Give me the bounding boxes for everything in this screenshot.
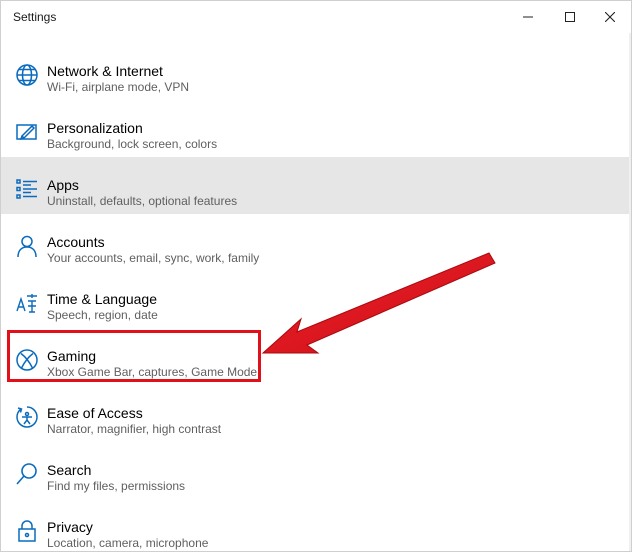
paint-brush-icon (13, 118, 41, 146)
category-description: Find my files, permissions (47, 479, 186, 493)
category-label: Time & Language (47, 291, 157, 307)
settings-category-list: Network & Internet Wi-Fi, airplane mode,… (1, 33, 631, 551)
settings-window: Settings Network & Internet Wi-Fi, airpl… (0, 0, 632, 552)
xbox-icon (13, 346, 41, 374)
category-search[interactable]: Search Find my files, permissions (1, 442, 631, 499)
category-label: Personalization (47, 120, 143, 136)
window-title: Settings (13, 10, 57, 24)
maximize-icon (565, 12, 575, 22)
ease-of-access-icon (13, 403, 41, 431)
minimize-icon (523, 16, 533, 18)
category-label: Gaming (47, 348, 97, 364)
apps-list-icon (13, 175, 41, 203)
category-description: Uninstall, defaults, optional features (47, 194, 238, 208)
close-icon (605, 12, 615, 22)
category-apps[interactable]: Apps Uninstall, defaults, optional featu… (1, 157, 631, 214)
category-ease-of-access[interactable]: Ease of Access Narrator, magnifier, high… (1, 385, 631, 442)
category-description: Wi-Fi, airplane mode, VPN (47, 80, 190, 94)
category-description: Background, lock screen, colors (47, 137, 218, 151)
category-description: Narrator, magnifier, high contrast (47, 422, 222, 436)
minimize-button[interactable] (505, 1, 551, 33)
time-language-icon (13, 289, 41, 317)
category-label: Network & Internet (47, 63, 163, 79)
category-network-internet[interactable]: Network & Internet Wi-Fi, airplane mode,… (1, 43, 631, 100)
category-accounts[interactable]: Accounts Your accounts, email, sync, wor… (1, 214, 631, 271)
category-time-language[interactable]: Time & Language Speech, region, date (1, 271, 631, 328)
scrollbar[interactable] (629, 33, 631, 551)
globe-icon (13, 61, 41, 89)
title-bar[interactable]: Settings (1, 1, 631, 33)
search-icon (13, 460, 41, 488)
lock-icon (13, 517, 41, 545)
category-description: Your accounts, email, sync, work, family (47, 251, 260, 265)
category-label: Search (47, 462, 92, 478)
category-label: Ease of Access (47, 405, 143, 421)
category-label: Privacy (47, 519, 93, 535)
person-icon (13, 232, 41, 260)
category-label: Accounts (47, 234, 105, 250)
category-label: Apps (47, 177, 79, 193)
category-description: Speech, region, date (47, 308, 158, 322)
category-description: Location, camera, microphone (47, 536, 209, 550)
category-privacy[interactable]: Privacy Location, camera, microphone (1, 499, 631, 551)
close-button[interactable] (587, 1, 631, 33)
category-description: Xbox Game Bar, captures, Game Mode (47, 365, 258, 379)
category-personalization[interactable]: Personalization Background, lock screen,… (1, 100, 631, 157)
category-gaming[interactable]: Gaming Xbox Game Bar, captures, Game Mod… (1, 328, 631, 385)
